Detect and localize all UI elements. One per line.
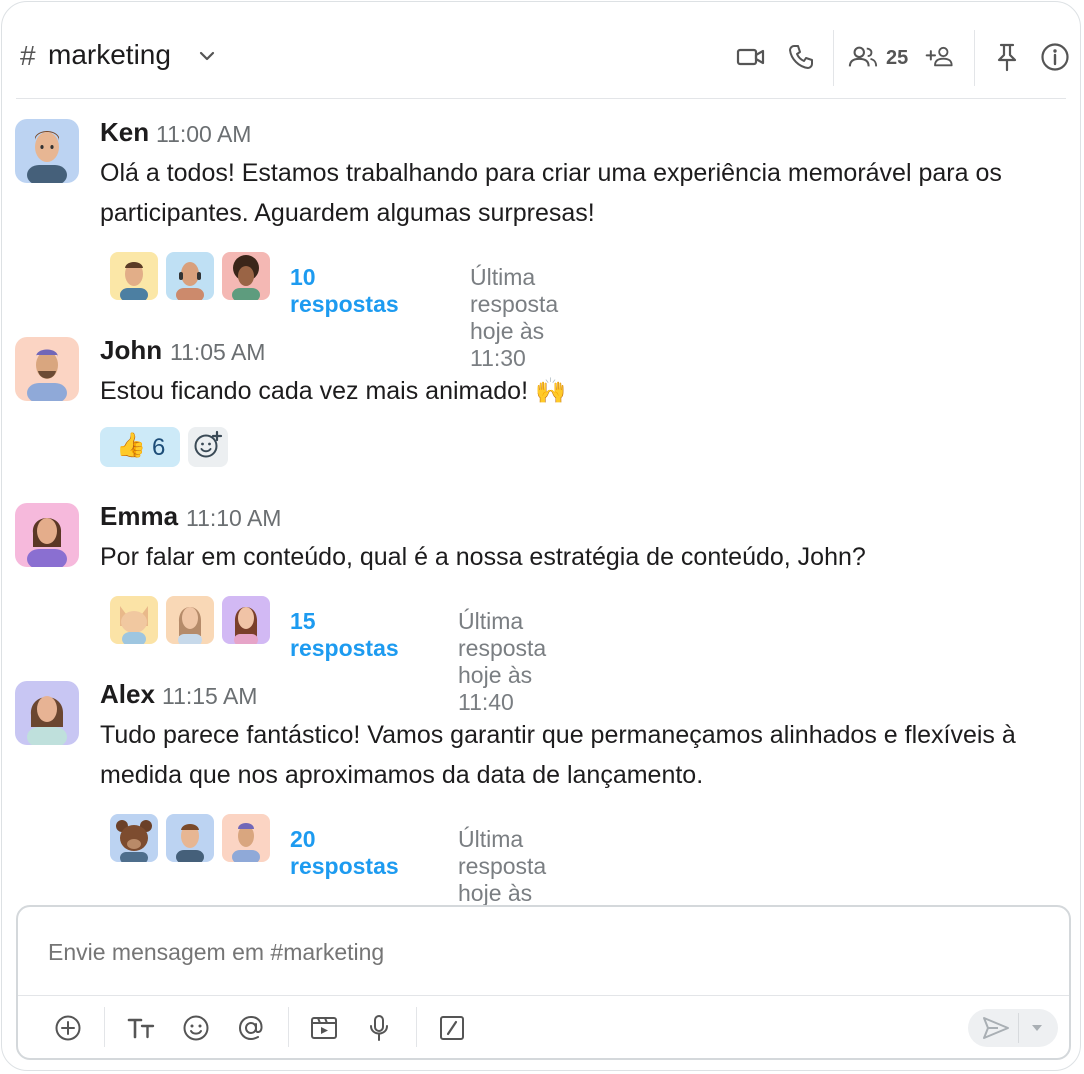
chevron-down-icon[interactable] bbox=[1030, 1021, 1044, 1039]
reaction-count: 6 bbox=[152, 434, 166, 461]
thread-last-reply: Última resposta hoje às 11:30 bbox=[470, 264, 559, 371]
message-author[interactable]: John bbox=[100, 335, 162, 366]
thread-replies-link[interactable]: 15 respostas bbox=[290, 608, 399, 662]
phone-icon[interactable] bbox=[786, 42, 816, 72]
composer-divider bbox=[416, 1007, 417, 1047]
message-input[interactable] bbox=[48, 939, 1008, 966]
message-timestamp: 11:00 AM bbox=[156, 121, 252, 147]
message-composer bbox=[16, 905, 1071, 1060]
avatar bbox=[222, 252, 270, 300]
message-author[interactable]: Alex bbox=[100, 679, 155, 710]
avatar bbox=[166, 814, 214, 862]
media-icon[interactable] bbox=[308, 1012, 340, 1044]
header-divider bbox=[974, 30, 975, 86]
plus-circle-icon[interactable] bbox=[52, 1012, 84, 1044]
message-author[interactable]: Emma bbox=[100, 501, 178, 532]
thread-replies-link[interactable]: 20 respostas bbox=[290, 826, 399, 880]
emoji-icon[interactable] bbox=[180, 1012, 212, 1044]
message-text: Olá a todos! Estamos trabalhando para cr… bbox=[100, 159, 1002, 227]
mention-icon[interactable] bbox=[235, 1012, 267, 1044]
channel-header: # marketing 25 bbox=[2, 2, 1082, 98]
avatar bbox=[110, 252, 158, 300]
members-icon[interactable] bbox=[848, 42, 878, 72]
message-text: Estou ficando cada vez mais animado! 🙌 bbox=[100, 377, 567, 405]
composer-divider bbox=[18, 995, 1069, 996]
chat-window: # marketing 25 Ken 11:00 AM Olá a todos!… bbox=[1, 1, 1081, 1071]
composer-divider bbox=[104, 1007, 105, 1047]
microphone-icon[interactable] bbox=[363, 1012, 395, 1044]
message-timestamp: 11:05 AM bbox=[170, 339, 266, 365]
reaction-thumbs-up[interactable]: 👍 6 bbox=[100, 427, 180, 467]
composer-divider bbox=[288, 1007, 289, 1047]
message-timestamp: 11:10 AM bbox=[186, 505, 282, 531]
pin-icon[interactable] bbox=[992, 42, 1022, 72]
thumbs-up-emoji: 👍 bbox=[116, 432, 146, 459]
header-divider bbox=[833, 30, 834, 86]
thread-replies-link[interactable]: 10 respostas bbox=[290, 264, 399, 318]
add-reaction-button[interactable] bbox=[188, 427, 228, 467]
avatar bbox=[166, 252, 214, 300]
slash-command-icon[interactable] bbox=[436, 1012, 468, 1044]
message-timestamp: 11:15 AM bbox=[162, 683, 258, 709]
message-text: Tudo parece fantástico! Vamos garantir q… bbox=[100, 721, 1016, 789]
avatar[interactable] bbox=[15, 681, 79, 745]
avatar[interactable] bbox=[15, 337, 79, 401]
chevron-down-icon[interactable] bbox=[197, 46, 217, 71]
add-member-icon[interactable] bbox=[925, 42, 955, 72]
send-divider bbox=[1018, 1013, 1019, 1043]
channel-hash: # bbox=[20, 40, 36, 71]
send-button[interactable] bbox=[968, 1009, 1058, 1047]
text-format-icon[interactable] bbox=[125, 1012, 157, 1044]
thread-last-reply: Última resposta hoje às 11:40 bbox=[458, 608, 547, 715]
channel-name[interactable]: marketing bbox=[48, 39, 171, 71]
avatar bbox=[166, 596, 214, 644]
avatar bbox=[110, 596, 158, 644]
info-icon[interactable] bbox=[1040, 42, 1070, 72]
message-author[interactable]: Ken bbox=[100, 117, 149, 148]
add-reaction-icon bbox=[193, 430, 223, 465]
message-text: Por falar em conteúdo, qual é a nossa es… bbox=[100, 543, 866, 571]
avatar[interactable] bbox=[15, 119, 79, 183]
header-divider bbox=[16, 98, 1066, 99]
avatar bbox=[222, 596, 270, 644]
avatar bbox=[222, 814, 270, 862]
send-icon bbox=[982, 1015, 1010, 1046]
members-count[interactable]: 25 bbox=[886, 47, 908, 70]
avatar bbox=[110, 814, 158, 862]
avatar[interactable] bbox=[15, 503, 79, 567]
video-icon[interactable] bbox=[736, 42, 766, 72]
